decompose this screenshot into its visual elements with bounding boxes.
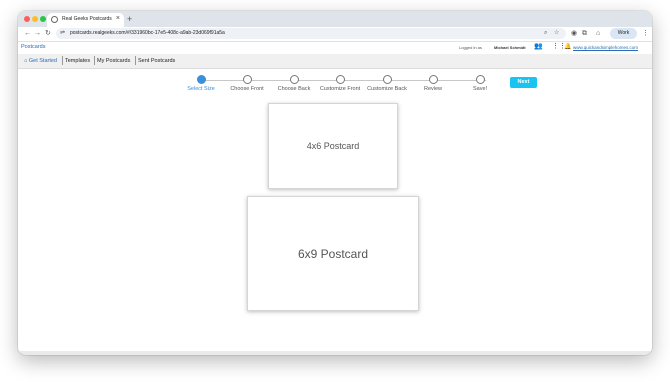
- step-label-save: Save!: [472, 86, 488, 92]
- address-bar[interactable]: ⇌ postcards.realgeeks.com/#/331960bc-17e…: [56, 28, 566, 39]
- profile-label: Work: [617, 30, 630, 36]
- app-header: Postcards Logged in as Michael Schmidt 👥…: [18, 42, 652, 53]
- incognito-icon[interactable]: ⌂: [596, 28, 600, 39]
- more-menu-icon[interactable]: ⋮: [642, 28, 649, 39]
- users-icon[interactable]: 👥: [534, 42, 543, 52]
- minimize-window-button[interactable]: [32, 16, 38, 22]
- extension-icon[interactable]: ◉: [571, 28, 577, 39]
- step-label-choose-back: Choose Back: [277, 86, 311, 92]
- horizontal-scrollbar[interactable]: [18, 351, 652, 355]
- nav-divider: [135, 56, 136, 65]
- browser-toolbar: ← → ↻ ⇌ postcards.realgeeks.com/#/331960…: [18, 27, 652, 42]
- nav-templates[interactable]: Templates: [65, 56, 90, 66]
- next-button[interactable]: Next: [510, 77, 537, 88]
- progress-stepper: Select Size Choose Front Choose Back Cus…: [187, 75, 500, 95]
- step-dot-save[interactable]: [476, 75, 485, 84]
- bookmark-star-icon[interactable]: ☆: [554, 28, 559, 39]
- tab-title: Real Geeks Postcards: [62, 16, 112, 22]
- home-icon: ⌂: [24, 58, 28, 64]
- globe-icon: [51, 16, 58, 23]
- postcard-4x6-option[interactable]: 4x6 Postcard: [268, 103, 398, 189]
- user-name[interactable]: Michael Schmidt: [494, 43, 526, 52]
- step-dot-review[interactable]: [429, 75, 438, 84]
- step-dot-customize-front[interactable]: [336, 75, 345, 84]
- step-label-customize-front: Customize Front: [319, 86, 361, 92]
- step-label-choose-front: Choose Front: [230, 86, 264, 92]
- nav-sent-postcards[interactable]: Sent Postcards: [138, 56, 175, 66]
- step-dot-select-size[interactable]: [197, 75, 206, 84]
- nav-label: Get Started: [28, 58, 57, 64]
- site-link[interactable]: www.quickandsimplehomes.com: [573, 43, 638, 52]
- logged-in-label: Logged in as: [459, 45, 482, 50]
- step-label-select-size: Select Size: [187, 86, 215, 92]
- postcard-4x6-label: 4x6 Postcard: [306, 141, 360, 151]
- new-tab-icon[interactable]: +: [127, 13, 132, 25]
- app-nav: ⌂ Get Started Templates My Postcards Sen…: [18, 54, 652, 69]
- puzzle-icon[interactable]: ⧉: [582, 28, 587, 39]
- step-dot-choose-front[interactable]: [243, 75, 252, 84]
- profile-button[interactable]: Work: [610, 28, 637, 39]
- browser-tab[interactable]: Real Geeks Postcards ×: [47, 13, 124, 27]
- reload-icon[interactable]: ↻: [45, 28, 51, 39]
- zoom-search-icon[interactable]: ⌕: [544, 28, 547, 39]
- forward-icon[interactable]: →: [34, 28, 41, 39]
- nav-divider: [94, 56, 95, 65]
- nav-my-postcards[interactable]: My Postcards: [97, 56, 130, 66]
- maximize-window-button[interactable]: [40, 16, 46, 22]
- postcard-6x9-label: 6x9 Postcard: [297, 246, 369, 261]
- step-label-review: Review: [423, 86, 443, 92]
- tab-strip: Real Geeks Postcards × +: [18, 11, 652, 27]
- step-dot-customize-back[interactable]: [383, 75, 392, 84]
- postcards-logo[interactable]: Postcards: [21, 43, 45, 52]
- step-label-customize-back: Customize Back: [367, 86, 407, 92]
- nav-divider: [62, 56, 63, 65]
- close-window-button[interactable]: [24, 16, 30, 22]
- back-icon[interactable]: ←: [24, 28, 31, 39]
- tab-close-icon[interactable]: ×: [116, 14, 120, 23]
- site-info-icon[interactable]: ⇌: [60, 28, 65, 39]
- notification-bell-icon[interactable]: 🔔: [564, 42, 571, 52]
- postcard-6x9-option[interactable]: 6x9 Postcard: [247, 196, 419, 311]
- step-dot-choose-back[interactable]: [290, 75, 299, 84]
- nav-get-started[interactable]: ⌂ Get Started: [24, 56, 57, 66]
- browser-window: Real Geeks Postcards × + ← → ↻ ⇌ postcar…: [18, 11, 652, 355]
- url-text[interactable]: postcards.realgeeks.com/#/331960bc-17e5-…: [70, 28, 225, 39]
